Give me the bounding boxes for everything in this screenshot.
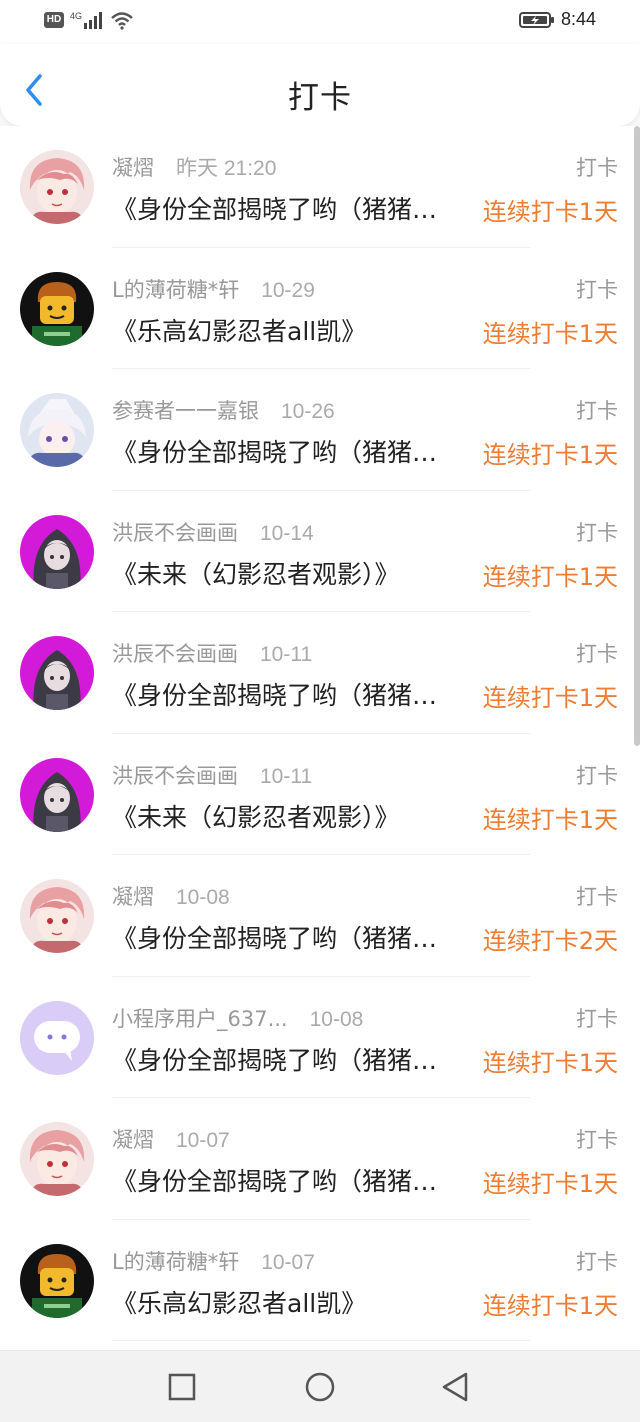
book-title[interactable]: 《未来（幻影忍者观影）》 xyxy=(112,798,462,834)
list-item[interactable]: 洪辰不会画画 10-11 打卡 《身份全部揭晓了哟（猪猪侠大冒险）》 连续打卡1… xyxy=(0,612,640,734)
checkin-tag: 打卡 xyxy=(576,1128,618,1152)
username[interactable]: 小程序用户_637... xyxy=(112,1003,288,1033)
system-nav-bar xyxy=(0,1350,640,1422)
checkin-tag: 打卡 xyxy=(576,399,618,423)
username[interactable]: L的薄荷糖*轩 xyxy=(112,1246,239,1276)
timestamp: 10-11 xyxy=(260,764,313,788)
streak-label: 连续打卡1天 xyxy=(482,1170,618,1198)
avatar[interactable] xyxy=(20,1000,94,1075)
checkin-tag: 打卡 xyxy=(576,642,618,666)
divider xyxy=(112,1340,530,1341)
checkin-tag: 打卡 xyxy=(576,156,618,180)
username[interactable]: 洪辰不会画画 xyxy=(112,760,238,790)
streak-label: 连续打卡2天 xyxy=(482,927,618,955)
list-item[interactable]: 凝熠 昨天 21:20 打卡 《身份全部揭晓了哟（猪猪侠大冒险）》 连续打卡1天 xyxy=(0,126,640,248)
cell-signal-icon: 4G xyxy=(70,11,102,29)
list-item[interactable]: 凝熠 10-07 打卡 《身份全部揭晓了哟（猪猪侠大冒险）》 连续打卡1天 xyxy=(0,1098,640,1220)
username[interactable]: 凝熠 xyxy=(112,1124,154,1154)
checkin-tag: 打卡 xyxy=(576,1249,618,1274)
timestamp: 10-08 xyxy=(176,886,230,909)
streak-label: 连续打卡1天 xyxy=(482,562,618,591)
hd-network-badge: HD xyxy=(44,12,64,28)
list-item[interactable]: 洪辰不会画画 10-14 打卡 《未来（幻影忍者观影）》 连续打卡1天 xyxy=(0,491,640,612)
page-title: 打卡 xyxy=(288,80,352,116)
timestamp: 10-14 xyxy=(260,521,314,545)
avatar[interactable] xyxy=(20,636,94,710)
book-title[interactable]: 《乐高幻影忍者all凯》 xyxy=(112,1284,462,1320)
list-item[interactable]: L的薄荷糖*轩 10-07 打卡 《乐高幻影忍者all凯》 连续打卡1天 xyxy=(0,1220,640,1341)
book-title[interactable]: 《身份全部揭晓了哟（猪猪侠大冒险）》 xyxy=(112,1041,462,1077)
recents-button[interactable] xyxy=(164,1369,200,1405)
book-title[interactable]: 《乐高幻影忍者all凯》 xyxy=(112,312,462,348)
book-title[interactable]: 《身份全部揭晓了哟（猪猪侠大冒险）》 xyxy=(112,433,462,469)
checkin-tag: 打卡 xyxy=(576,1006,618,1031)
scrollbar[interactable] xyxy=(634,126,640,746)
username[interactable]: 参赛者一一嘉银 xyxy=(112,395,259,425)
username[interactable]: 洪辰不会画画 xyxy=(112,517,238,547)
checkin-tag: 打卡 xyxy=(576,763,618,788)
home-circle-icon xyxy=(305,1372,335,1402)
wifi-icon xyxy=(111,12,133,30)
avatar[interactable] xyxy=(20,271,94,346)
book-title[interactable]: 《未来（幻影忍者观影）》 xyxy=(112,555,462,591)
checkin-tag: 打卡 xyxy=(576,520,618,545)
username[interactable]: L的薄荷糖*轩 xyxy=(112,274,239,304)
book-title[interactable]: 《身份全部揭晓了哟（猪猪侠大冒险）》 xyxy=(112,919,462,955)
timestamp: 10-07 xyxy=(261,1250,315,1274)
streak-label: 连续打卡1天 xyxy=(482,319,618,348)
back-triangle-icon xyxy=(442,1372,468,1402)
avatar[interactable] xyxy=(20,1243,94,1318)
avatar[interactable] xyxy=(20,757,94,832)
streak-label: 连续打卡1天 xyxy=(482,805,618,834)
svg-text:4G: 4G xyxy=(70,11,82,21)
book-title[interactable]: 《身份全部揭晓了哟（猪猪侠大冒险）》 xyxy=(112,1162,462,1198)
app-header: 打卡 xyxy=(0,44,640,126)
username[interactable]: 凝熠 xyxy=(112,152,154,182)
username[interactable]: 凝熠 xyxy=(112,881,154,911)
checkin-tag: 打卡 xyxy=(576,277,618,302)
streak-label: 连续打卡1天 xyxy=(482,441,618,469)
streak-label: 连续打卡1天 xyxy=(482,1048,618,1077)
timestamp: 10-29 xyxy=(261,278,315,302)
streak-label: 连续打卡1天 xyxy=(482,684,618,712)
timestamp: 10-11 xyxy=(260,643,313,666)
timestamp: 10-07 xyxy=(176,1129,230,1152)
list-item[interactable]: 洪辰不会画画 10-11 打卡 《未来（幻影忍者观影）》 连续打卡1天 xyxy=(0,734,640,855)
recents-square-icon xyxy=(168,1373,196,1401)
list-item[interactable]: 参赛者一一嘉银 10-26 打卡 《身份全部揭晓了哟（猪猪侠大冒险）》 连续打卡… xyxy=(0,369,640,491)
checkin-list[interactable]: 凝熠 昨天 21:20 打卡 《身份全部揭晓了哟（猪猪侠大冒险）》 连续打卡1天… xyxy=(0,126,640,1350)
book-title[interactable]: 《身份全部揭晓了哟（猪猪侠大冒险）》 xyxy=(112,190,462,226)
back-nav-button[interactable] xyxy=(438,1369,474,1405)
avatar[interactable] xyxy=(20,514,94,589)
status-bar: HD 4G 8:44 xyxy=(0,0,640,44)
streak-label: 连续打卡1天 xyxy=(482,198,618,226)
book-title[interactable]: 《身份全部揭晓了哟（猪猪侠大冒险）》 xyxy=(112,676,462,712)
list-item[interactable]: L的薄荷糖*轩 10-29 打卡 《乐高幻影忍者all凯》 连续打卡1天 xyxy=(0,248,640,369)
clock: 8:44 xyxy=(560,9,596,29)
timestamp: 10-26 xyxy=(281,400,335,423)
checkin-tag: 打卡 xyxy=(576,885,618,909)
timestamp: 10-08 xyxy=(309,1007,364,1031)
avatar[interactable] xyxy=(20,879,94,953)
avatar[interactable] xyxy=(20,1122,94,1196)
timestamp: 昨天 21:20 xyxy=(176,157,277,180)
home-button[interactable] xyxy=(302,1369,338,1405)
list-item[interactable]: 小程序用户_637... 10-08 打卡 《身份全部揭晓了哟（猪猪侠大冒险）》… xyxy=(0,977,640,1098)
battery-icon xyxy=(518,11,554,28)
username[interactable]: 洪辰不会画画 xyxy=(112,638,238,668)
avatar[interactable] xyxy=(20,150,94,224)
avatar[interactable] xyxy=(20,393,94,467)
list-item[interactable]: 凝熠 10-08 打卡 《身份全部揭晓了哟（猪猪侠大冒险）》 连续打卡2天 xyxy=(0,855,640,977)
streak-label: 连续打卡1天 xyxy=(482,1291,618,1320)
